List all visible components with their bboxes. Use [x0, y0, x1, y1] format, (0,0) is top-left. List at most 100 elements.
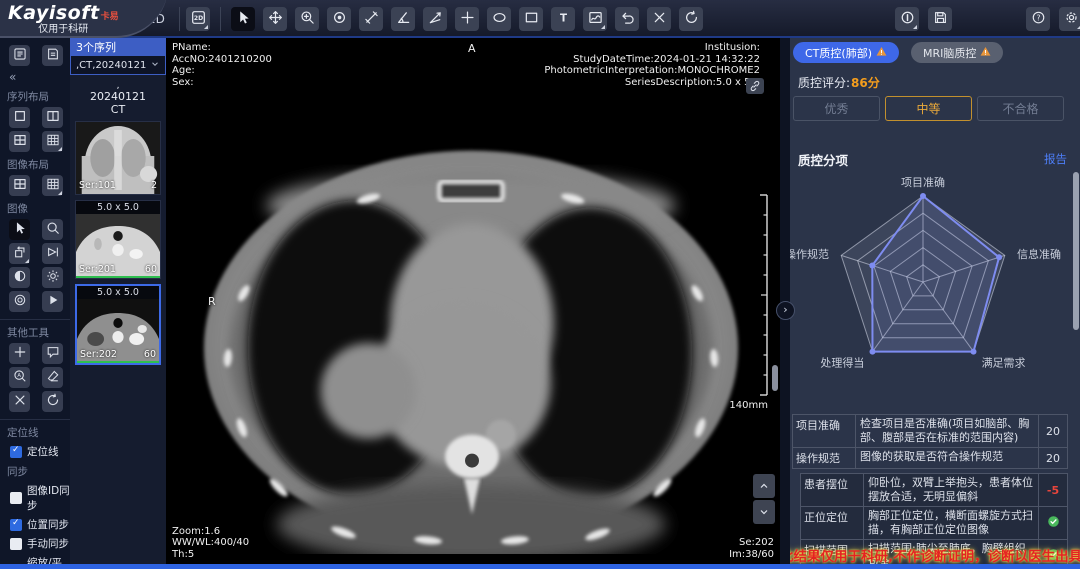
series-thumbnail[interactable]: Ser:1012 — [75, 121, 161, 195]
eraser-tool-button[interactable] — [42, 367, 63, 388]
qc-table-row: 操作规范图像的获取是否符合操作规范20 — [792, 448, 1068, 469]
rect-tool-button[interactable] — [519, 7, 543, 31]
toolbar-right-tools — [895, 7, 952, 31]
magnify-tool-button[interactable] — [42, 219, 63, 240]
chevron-down-icon — [150, 59, 160, 72]
thumbnail-series-number: Ser:101 — [79, 180, 116, 191]
svg-text:操作规范: 操作规范 — [790, 247, 829, 261]
image-viewport[interactable]: PName: AccNO:2401210200 Age: Sex: A Inst… — [166, 38, 780, 564]
rotate-tool-button[interactable] — [9, 243, 30, 264]
toolbar-far-right-tools: ? — [1026, 7, 1080, 31]
sidebar-section: 图像布局 — [0, 157, 70, 196]
scale-ruler — [754, 193, 770, 397]
tab-label: MRI脑质控 — [923, 45, 976, 61]
angle-tool-button[interactable] — [391, 7, 415, 31]
study-select-dropdown[interactable]: ,CT,20240121 — [70, 55, 166, 75]
zoom-in-tool-button[interactable] — [295, 7, 319, 31]
svg-text:项目准确: 项目准确 — [901, 176, 945, 189]
invert-icon — [13, 268, 27, 287]
svg-text:满足需求: 满足需求 — [982, 357, 1026, 370]
overlay-seriesdescription: SeriesDescription:5.0 x 5.0 — [544, 77, 760, 89]
magnifier-roi-tool-button[interactable]: A — [9, 367, 30, 388]
qc-criterion-name: 操作规范 — [793, 448, 856, 468]
reset-icon — [684, 10, 699, 29]
grade-button[interactable]: 优秀 — [793, 96, 880, 121]
report-tool-button[interactable] — [42, 45, 63, 66]
panel-scrollbar-thumb[interactable] — [1073, 172, 1079, 330]
info-tool-button[interactable] — [895, 7, 919, 31]
sync-checkbox-label: 图像ID同步 — [27, 483, 70, 513]
help-tool-button[interactable]: ? — [1026, 7, 1050, 31]
sidebar-section: 图像 — [0, 201, 70, 312]
ellipse-tool-button[interactable] — [487, 7, 511, 31]
layout-2x2-icon — [13, 132, 27, 151]
crosshair-tool-button[interactable] — [455, 7, 479, 31]
panel-expand-handle[interactable]: › — [776, 301, 795, 320]
research-disclaimer-banner: 此结果仅用于科研,不作诊断证明，诊断以医生出具的诊断 — [790, 545, 1080, 564]
overlay-sex: Sex: — [172, 77, 272, 89]
locator-checkbox-row[interactable]: 定位线 — [10, 444, 70, 459]
collapse-sidebar-button[interactable]: « — [0, 69, 70, 84]
qc-score-cell: 20 — [1038, 448, 1067, 468]
zoom-wwwl-overlay: Zoom:1.6 WW/WL:400/40 Th:5 — [172, 526, 249, 561]
series-thumbnail[interactable]: 5.0 x 5.0Ser:20160 — [75, 200, 161, 279]
svg-text:2D: 2D — [193, 14, 202, 21]
play-tool-button[interactable] — [42, 291, 63, 312]
target-tool-button[interactable] — [9, 291, 30, 312]
report-link[interactable]: 报告 — [1044, 151, 1067, 167]
toolbar-divider — [220, 7, 221, 31]
add-tool-button[interactable] — [9, 343, 30, 364]
settings-tool-button[interactable] — [1059, 7, 1080, 31]
sync-checkbox-row[interactable]: 图像ID同步 — [10, 483, 70, 513]
orientation-marker-anterior: A — [468, 43, 476, 55]
grade-button[interactable]: 中等 — [885, 96, 972, 121]
brightness-tool-button[interactable] — [42, 267, 63, 288]
qc-criterion-description: 胸部正位定位，横断面螺旋方式扫描，有胸部正位定位图像 — [864, 507, 1038, 539]
tab-mri-brain-qc[interactable]: MRI脑质控 — [911, 42, 1003, 63]
invert-tool-button[interactable] — [9, 267, 30, 288]
browse-tool-button[interactable] — [9, 45, 30, 66]
cursor-tool-button[interactable] — [231, 7, 255, 31]
undo-tool-button[interactable] — [615, 7, 639, 31]
zoom-in-icon — [300, 10, 315, 29]
sync-checkbox-row[interactable]: 手动同步 — [10, 536, 70, 551]
cobb-angle-tool-button[interactable] — [423, 7, 447, 31]
layout-3x3-tool-button[interactable] — [42, 131, 63, 152]
save-icon — [933, 10, 948, 29]
layout-3x3-tool-button[interactable] — [42, 175, 63, 196]
length-tool-button[interactable] — [359, 7, 383, 31]
layout-2x2-tool-button[interactable] — [9, 175, 30, 196]
pan-tool-button[interactable] — [263, 7, 287, 31]
comment-tool-button[interactable] — [42, 343, 63, 364]
link-series-button[interactable] — [746, 78, 764, 94]
series-thumbnail[interactable]: 5.0 x 5.0Ser:20260 — [75, 284, 161, 365]
bottom-accent-strip — [0, 564, 1080, 569]
sync-checkbox-row[interactable]: 位置同步 — [10, 517, 70, 532]
tab-ct-lung-qc[interactable]: CT质控(肺部) — [793, 42, 899, 63]
layout-2x2-tool-button[interactable] — [9, 131, 30, 152]
scroll-up-button[interactable] — [753, 474, 775, 498]
browse-icon — [13, 46, 27, 65]
layout-1x2-tool-button[interactable] — [42, 107, 63, 128]
toolbar-divider — [179, 7, 180, 31]
probe-tool-button[interactable] — [327, 7, 351, 31]
window-level-tool-button[interactable] — [583, 7, 607, 31]
mpr-2d-tool-button[interactable]: 2D — [186, 7, 210, 31]
viewer-scrollbar-thumb[interactable] — [772, 365, 778, 391]
reset-tool-button[interactable] — [679, 7, 703, 31]
sync-checkbox-label: 手动同步 — [27, 536, 69, 551]
scroll-down-button[interactable] — [753, 500, 775, 524]
qc-score: 质控评分:86分 — [798, 74, 880, 91]
grade-button[interactable]: 不合格 — [977, 96, 1064, 121]
layout-single-tool-button[interactable] — [9, 107, 30, 128]
sync-checkbox-row[interactable]: 缩放/平移 — [10, 555, 70, 564]
delete-tool-button[interactable] — [647, 7, 671, 31]
text-tool-button[interactable]: T — [551, 7, 575, 31]
cursor-tool-button[interactable] — [9, 219, 30, 240]
save-tool-button[interactable] — [928, 7, 952, 31]
reset-tool-button[interactable] — [42, 391, 63, 412]
layout-single-icon — [13, 108, 27, 127]
close-tool-button[interactable] — [9, 391, 30, 412]
flip-tool-button[interactable] — [42, 243, 63, 264]
thumbnail-series-number: Ser:202 — [80, 349, 117, 360]
